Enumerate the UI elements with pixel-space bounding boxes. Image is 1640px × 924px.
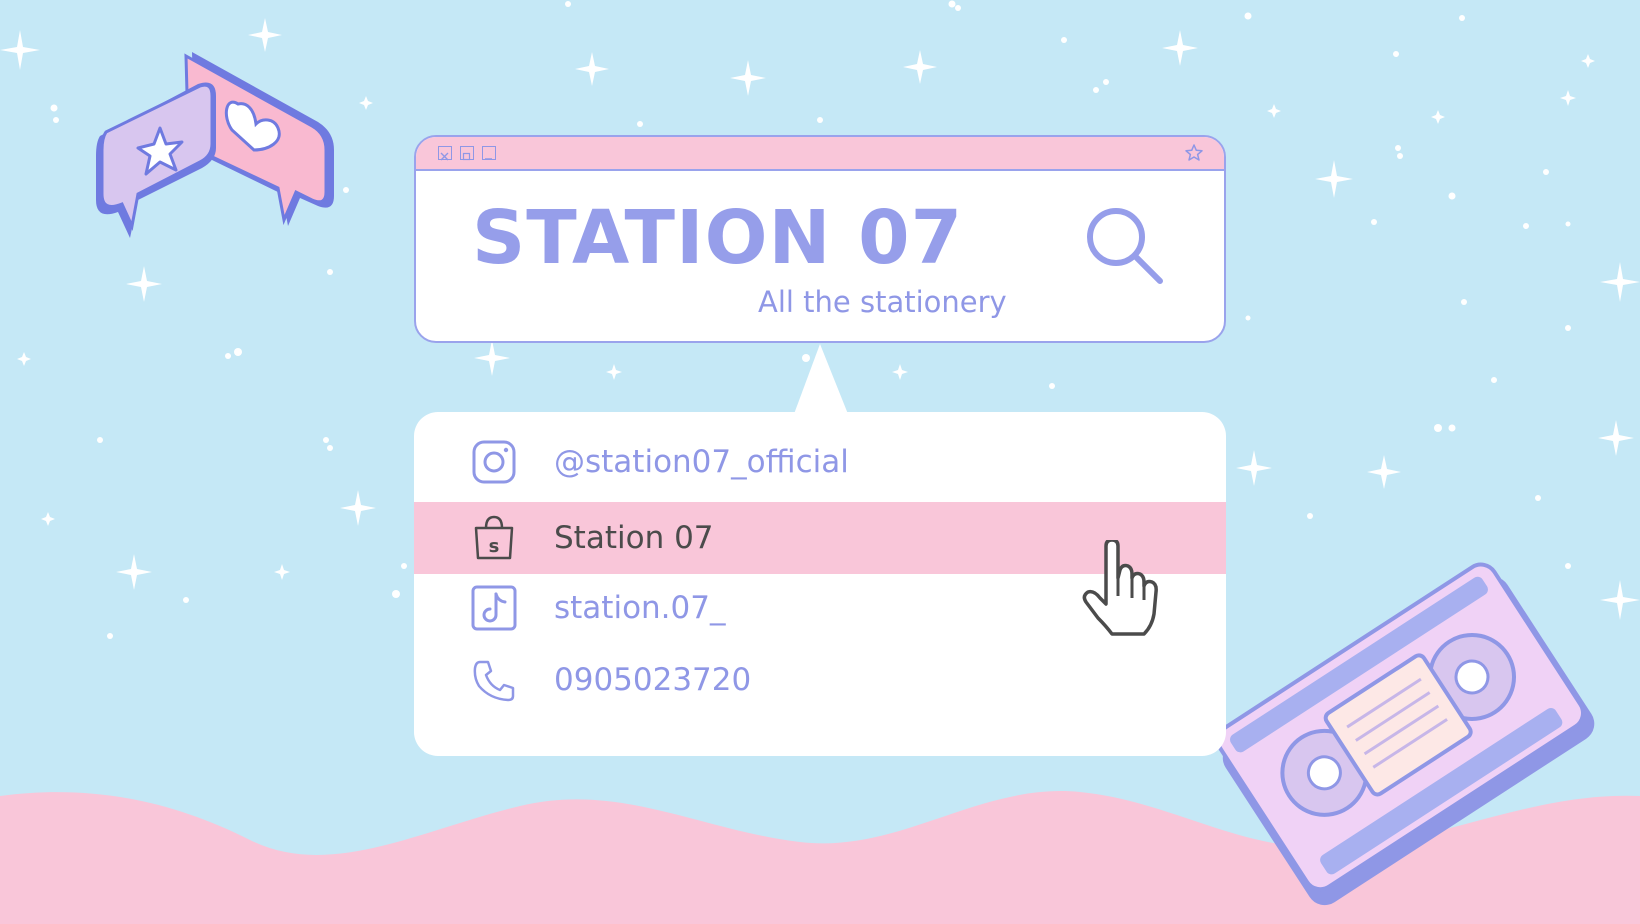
svg-text:s: s (489, 536, 500, 557)
brand-window: STATION 07 All the stationery (414, 135, 1226, 343)
search-icon[interactable] (1082, 203, 1168, 289)
contact-label: 0905023720 (554, 662, 752, 698)
tiktok-icon (471, 585, 517, 631)
maximize-icon[interactable] (460, 146, 474, 161)
instagram-icon (472, 440, 516, 484)
contact-label: @station07_official (554, 444, 849, 480)
shopee-bag-icon: s (474, 515, 514, 560)
brand-title: STATION 07 (472, 195, 964, 281)
phone-icon (473, 660, 515, 702)
window-titlebar (416, 137, 1224, 171)
minimize-icon[interactable] (482, 146, 496, 160)
callout-pointer (794, 344, 848, 414)
brand-subtitle: All the stationery (758, 285, 1007, 319)
chat-bubble-star-icon (96, 82, 216, 238)
contact-row-instagram[interactable]: @station07_official (414, 426, 1226, 498)
contact-label: Station 07 (554, 520, 714, 556)
contact-row-phone[interactable]: 0905023720 (414, 644, 1226, 716)
contact-label: station.07_ (554, 590, 726, 626)
hand-pointer-cursor-icon (1082, 540, 1158, 636)
star-icon[interactable] (1184, 143, 1204, 163)
close-icon[interactable] (438, 146, 452, 161)
